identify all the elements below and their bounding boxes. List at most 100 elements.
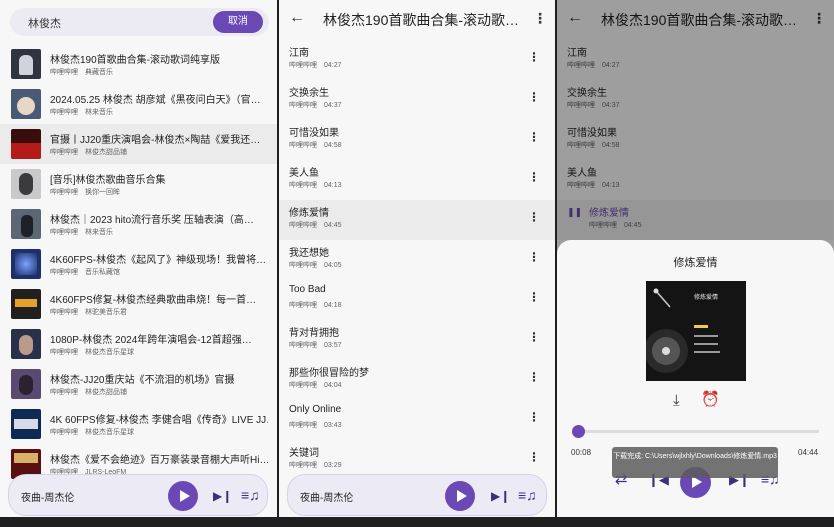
result-meta: 哔哩哔哩 林驼美音乐君 — [50, 309, 127, 316]
search-result-item[interactable]: 林俊杰-JJ20重庆站《不流泪的机场》官摄 哔哩哔哩 林俊杰甜品铺 — [0, 364, 277, 404]
playlist-icon[interactable]: ≡♫ — [241, 488, 260, 502]
video-thumbnail — [11, 249, 41, 279]
track-title: 修炼爱情 — [289, 208, 329, 219]
search-result-item[interactable]: 4K60FPS-林俊杰《起风了》神级现场！我曾将… 哔哩哔哩 音乐私藏馆 — [0, 244, 277, 284]
video-thumbnail — [11, 209, 41, 239]
track-title: 关键词 — [289, 448, 319, 459]
track-meta: 哔哩哔哩 03:29 — [289, 462, 342, 469]
result-title: 林俊杰《爱不会绝迹》百万豪装录音棚大声听Hi… — [50, 455, 268, 466]
result-meta: 哔哩哔哩 林俊杰甜品铺 — [50, 389, 127, 396]
next-icon[interactable]: ▶❙ — [491, 489, 510, 503]
track-meta: 哔哩哔哩 03:57 — [289, 342, 342, 349]
track-more-icon[interactable]: ⋮ — [528, 50, 540, 64]
search-input[interactable]: 林俊杰 — [28, 15, 61, 31]
track-meta: 哔哩哔哩 04:13 — [289, 182, 342, 189]
search-result-item[interactable]: 林俊杰｜2023 hito流行音乐奖 压轴表演（高… 哔哩哔哩 林来音乐 — [0, 204, 277, 244]
result-meta: 哔哩哔哩 音乐私藏馆 — [50, 269, 120, 276]
track-meta: 哔哩哔哩 04:45 — [289, 222, 342, 229]
track-more-icon[interactable]: ⋮ — [528, 370, 540, 384]
track-title: Too Bad — [289, 284, 326, 295]
result-title: 4K 60FPS修复-林俊杰 李健合唱《传奇》LIVE JJ… — [50, 415, 268, 426]
track-title: 交换余生 — [289, 88, 329, 99]
track-row[interactable]: 可惜没如果哔哩哔哩 04:58 ⋮ — [279, 120, 555, 160]
seek-bar[interactable] — [578, 430, 819, 433]
result-title: 林俊杰190首歌曲合集-滚动歌词纯享版 — [50, 55, 221, 66]
back-arrow-icon[interactable]: ← — [289, 9, 305, 27]
track-meta: 哔哩哔哩 04:18 — [289, 302, 342, 309]
now-playing-title: 修炼爱情 — [673, 257, 718, 269]
track-meta: 哔哩哔哩 04:04 — [289, 382, 342, 389]
mini-player[interactable]: 夜曲-周杰伦 ▶❙ ≡♫ — [8, 474, 268, 516]
mini-player-song: 夜曲-周杰伦 — [300, 493, 354, 504]
track-meta: 哔哩哔哩 04:05 — [289, 262, 342, 269]
result-meta: 哔哩哔哩 林俊杰甜品铺 — [50, 149, 127, 156]
search-result-item[interactable]: [音乐]林俊杰歌曲音乐合集 哔哩哔哩 换你一回眸 — [0, 164, 277, 204]
track-title: Only Online — [289, 404, 342, 415]
result-title: 4K60FPS修复-林俊杰经典歌曲串烧！每一首… — [50, 295, 257, 306]
track-row[interactable]: 交换余生 哔哩哔哩 04:37 ⋮ — [279, 80, 555, 120]
video-thumbnail — [11, 129, 41, 159]
track-more-icon[interactable]: ⋮ — [528, 450, 540, 464]
playlist-icon[interactable]: ≡♫ — [518, 488, 537, 502]
search-result-item[interactable]: 4K 60FPS修复-林俊杰 李健合唱《传奇》LIVE JJ… 哔哩哔哩 林俊杰音… — [0, 404, 277, 444]
track-row[interactable]: Too Bad 哔哩哔哩 04:18 ⋮ — [279, 280, 555, 320]
result-title: 4K60FPS-林俊杰《起风了》神级现场！我曾将… — [50, 255, 267, 266]
result-title: [音乐]林俊杰歌曲音乐合集 — [50, 175, 166, 186]
track-title: 江南 — [289, 48, 309, 59]
mini-player[interactable]: 夜曲-周杰伦 ▶❙ ≡♫ — [287, 474, 547, 516]
search-result-item[interactable]: 官摄丨JJ20重庆演唱会-林俊杰×陶喆《爱我还… 哔哩哔哩 林俊杰甜品铺 — [0, 124, 277, 164]
download-complete-toast: 下载完成: C:\Users\wjlxhly\Downloads\修炼爱情.mp… — [612, 447, 778, 478]
track-more-icon[interactable]: ⋮ — [528, 130, 540, 144]
video-thumbnail — [11, 89, 41, 119]
search-result-item[interactable]: 2024.05.25 林俊杰 胡彦斌《黑夜问白天》（官… 哔哩哔哩 林来音乐 — [0, 84, 277, 124]
search-result-item[interactable]: 1080P-林俊杰 2024年跨年演唱会-12首超强… 哔哩哔哩 林俊杰音乐星球 — [0, 324, 277, 364]
search-bar[interactable]: 林俊杰 取消 — [10, 8, 269, 36]
current-time: 00:08 — [571, 448, 592, 457]
track-row[interactable]: Only Online 哔哩哔哩 03:43 ⋮ — [279, 400, 555, 440]
track-meta: 哔哩哔哩 04:58 — [289, 142, 342, 149]
track-more-icon[interactable]: ⋮ — [528, 170, 540, 184]
next-icon[interactable]: ▶❙ — [213, 489, 232, 503]
track-more-icon[interactable]: ⋮ — [528, 290, 540, 304]
result-meta: 哔哩哔哩 换你一回眸 — [50, 189, 120, 196]
track-title: 那些你很冒险的梦 — [289, 368, 369, 379]
play-button[interactable] — [445, 481, 475, 511]
download-icon[interactable]: ⤓ — [673, 393, 680, 408]
search-result-item[interactable]: 林俊杰190首歌曲合集-滚动歌词纯享版 哔哩哔哩 典藏音乐 — [0, 44, 277, 84]
alarm-clock-icon[interactable]: ⏰ — [701, 392, 720, 407]
result-meta: 哔哩哔哩 林来音乐 — [50, 109, 113, 116]
track-more-icon[interactable]: ⋮ — [528, 90, 540, 104]
result-title: 1080P-林俊杰 2024年跨年演唱会-12首超强… — [50, 335, 252, 346]
track-title: 我还想她 — [289, 248, 329, 259]
result-meta: 哔哩哔哩 林俊杰音乐星球 — [50, 349, 134, 356]
window-bottom-strip — [0, 517, 834, 527]
video-thumbnail — [11, 169, 41, 199]
track-row[interactable]: 美人鱼哔哩哔哩 04:13 ⋮ — [279, 160, 555, 200]
search-panel: 林俊杰 取消 林俊杰190首歌曲合集-滚动歌词纯享版 哔哩哔哩 典藏音乐 2024… — [0, 0, 277, 517]
result-title: 官摄丨JJ20重庆演唱会-林俊杰×陶喆《爱我还… — [50, 135, 261, 146]
track-meta: 哔哩哔哩 03:43 — [289, 422, 342, 429]
total-time: 04:44 — [798, 448, 819, 457]
now-playing-panel: ← 林俊杰190首歌曲合集-滚动歌… ⋮ 江南 哔哩哔哩 04:27 交换余生 哔哩哔… — [557, 0, 834, 517]
track-more-icon[interactable]: ⋮ — [528, 210, 540, 224]
track-title: 背对背拥抱 — [289, 328, 339, 339]
video-thumbnail — [11, 409, 41, 439]
more-icon[interactable]: ⋮ — [533, 10, 547, 27]
seek-handle[interactable] — [572, 425, 585, 438]
play-button[interactable] — [168, 481, 198, 511]
track-row[interactable]: 那些你很冒险的梦哔哩哔哩 04:04 ⋮ — [279, 360, 555, 400]
track-title: 美人鱼 — [289, 168, 319, 179]
track-row[interactable]: 江南 哔哩哔哩 04:27 ⋮ — [279, 40, 555, 80]
cancel-button[interactable]: 取消 — [213, 11, 263, 33]
track-row[interactable]: 背对背拥抱哔哩哔哩 03:57 ⋮ — [279, 320, 555, 360]
album-art-title: 修炼爱情 — [694, 293, 718, 301]
result-meta: 哔哩哔哩 典藏音乐 — [50, 69, 113, 76]
track-row[interactable]: 修炼爱情哔哩哔哩 04:45 ⋮ — [279, 200, 555, 240]
track-more-icon[interactable]: ⋮ — [528, 410, 540, 424]
track-more-icon[interactable]: ⋮ — [528, 330, 540, 344]
track-more-icon[interactable]: ⋮ — [528, 250, 540, 264]
album-panel: ← 林俊杰190首歌曲合集-滚动歌… ⋮ 江南 哔哩哔哩 04:27 ⋮ 交换余生 哔哩… — [279, 0, 555, 517]
search-result-item[interactable]: 4K60FPS修复-林俊杰经典歌曲串烧！每一首… 哔哩哔哩 林驼美音乐君 — [0, 284, 277, 324]
track-title: 可惜没如果 — [289, 128, 339, 139]
track-row[interactable]: 我还想她哔哩哔哩 04:05 ⋮ — [279, 240, 555, 280]
